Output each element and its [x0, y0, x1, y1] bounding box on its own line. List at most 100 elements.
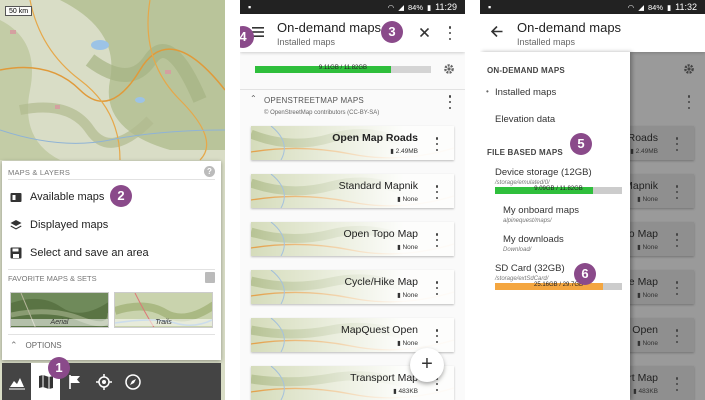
map-card[interactable]: Standard Mapnik ▮ None	[251, 174, 454, 208]
tracks-button[interactable]	[2, 363, 31, 400]
options-label: OPTIONS	[25, 341, 62, 350]
section-title: OPENSTREETMAP MAPS	[264, 96, 364, 105]
map-overflow-icon	[674, 233, 680, 247]
drawer-onboard-maps[interactable]: My onboard maps	[503, 205, 579, 216]
map-name: Standard Mapnik	[338, 180, 418, 192]
displayed-maps-item[interactable]: Displayed maps	[10, 215, 210, 235]
map-card[interactable]: Open Topo Map ▮ None	[251, 222, 454, 256]
page-title: On-demand maps	[517, 20, 622, 35]
map-overflow-icon[interactable]	[434, 281, 440, 295]
on-demand-maps-drawer-screen: ▪ ◠ ◢ 84% ▮ 11:32 On-demand maps Install…	[480, 0, 705, 400]
favorite-aerial-label: Aerial	[11, 319, 108, 326]
map-overflow-icon	[674, 329, 680, 343]
onboard-maps-path: alpinequest/maps/	[503, 218, 552, 224]
maps-layers-header: MAPS & LAYERS	[8, 168, 71, 177]
battery-icon: ▮	[667, 2, 672, 12]
map-name: Cycle/Hike Map	[344, 276, 418, 288]
storage-usage-bar: 9.11GB / 11.82GB	[255, 65, 431, 73]
favorite-trails[interactable]: Trails	[114, 292, 213, 328]
callout-badge-1: 1	[48, 357, 70, 379]
device-storage-bar: 9.09GB / 11.82GB	[495, 186, 622, 194]
callout-badge-2: 2	[110, 185, 132, 207]
status-time: 11:32	[675, 2, 697, 12]
map-size: ▮ None	[397, 196, 418, 203]
location-button[interactable]	[89, 363, 118, 400]
map-overflow-icon[interactable]	[434, 185, 440, 199]
map-scale: 50 km	[5, 6, 33, 16]
section-overflow-icon[interactable]	[447, 95, 453, 109]
map-layers-panel: 50 km MAPS & LAYERS ? Available maps Dis…	[0, 0, 225, 400]
on-demand-maps-screen: ▪ ◠ ◢ 84% ▮ 11:29 On-demand maps Install…	[240, 0, 465, 400]
compass-icon	[124, 373, 141, 390]
on-demand-header: ON-DEMAND MAPS	[487, 66, 565, 75]
wifi-icon: ◠	[387, 2, 395, 12]
map-name: Open Map Roads	[332, 132, 418, 144]
app-bar: On-demand maps Installed maps	[240, 14, 465, 52]
map-size: ▮ 2.49MB	[630, 148, 658, 155]
page-title: On-demand maps	[277, 20, 382, 35]
sd-card-text: 25.16GB / 29.7GB	[533, 282, 584, 288]
map-card[interactable]: MapQuest Open ▮ None	[251, 318, 454, 352]
attribution-text: © OpenStreetMap contributors (CC-BY-SA)	[264, 110, 380, 116]
map-overflow-icon[interactable]	[434, 137, 440, 151]
collapse-chevron-icon[interactable]: ⌃	[250, 94, 257, 103]
callout-badge-5: 5	[570, 133, 592, 155]
map-size: ▮ 2.49MB	[390, 148, 418, 155]
overflow-menu-icon[interactable]	[447, 26, 453, 40]
divider	[8, 269, 215, 270]
drawer-sd-card[interactable]: SD Card (32GB)	[495, 263, 565, 274]
selected-bullet-icon: •	[486, 87, 489, 96]
wifi-icon: ◠	[627, 2, 635, 12]
divider	[240, 89, 465, 90]
map-card[interactable]: Open Map Roads ▮ 2.49MB	[251, 126, 454, 160]
help-icon[interactable]: ?	[204, 166, 215, 177]
map-overflow-icon	[674, 185, 680, 199]
compass-button[interactable]	[118, 363, 147, 400]
divider	[8, 179, 215, 180]
status-bar: ▪ ◠ ◢ 84% ▮ 11:32	[480, 0, 705, 14]
sd-card-bar: 25.16GB / 29.7GB	[495, 282, 622, 290]
map-overflow-icon[interactable]	[434, 233, 440, 247]
app-bar: On-demand maps Installed maps	[480, 14, 705, 52]
battery-percent: 84%	[407, 2, 423, 12]
location-icon	[95, 373, 112, 390]
drawer-installed-maps[interactable]: Installed maps	[495, 87, 556, 98]
downloads-path: Download/	[503, 247, 532, 253]
map-overflow-icon	[674, 137, 680, 151]
bottom-toolbar	[2, 363, 221, 400]
map-size: ▮ None	[397, 340, 418, 347]
drawer-elevation-data[interactable]: Elevation data	[495, 114, 555, 125]
callout-badge-6: 6	[574, 263, 596, 285]
battery-icon: ▮	[427, 2, 432, 12]
bookmark-add-icon[interactable]	[205, 272, 215, 283]
options-toggle[interactable]: ⌃ OPTIONS	[10, 340, 62, 351]
save-area-icon	[10, 247, 22, 259]
map-name: Transport Map	[350, 372, 418, 384]
map-overflow-icon	[674, 377, 680, 391]
close-icon[interactable]	[420, 28, 429, 37]
drawer-device-storage[interactable]: Device storage (12GB)	[495, 167, 592, 178]
back-arrow-icon[interactable]	[491, 26, 503, 37]
map-name: Open Topo Map	[343, 228, 418, 240]
map-folder-icon	[10, 193, 22, 202]
map-size: ▮ 483KB	[393, 388, 418, 395]
available-maps-label: Available maps	[30, 191, 105, 203]
status-notification-icon: ▪	[248, 2, 252, 12]
page-subtitle: Installed maps	[517, 37, 576, 47]
favorite-aerial[interactable]: Aerial	[10, 292, 109, 328]
favorites-header: FAVORITE MAPS & SETS	[8, 274, 97, 283]
add-map-button[interactable]: +	[410, 348, 444, 382]
drawer-my-downloads[interactable]: My downloads	[503, 234, 564, 245]
status-bar: ▪ ◠ ◢ 84% ▮ 11:29	[240, 0, 465, 14]
select-save-area-item[interactable]: Select and save an area	[10, 243, 210, 263]
settings-gear-icon[interactable]	[443, 63, 455, 75]
map-card[interactable]: Cycle/Hike Map ▮ None	[251, 270, 454, 304]
map-overflow-icon	[674, 281, 680, 295]
displayed-maps-label: Displayed maps	[30, 219, 109, 231]
storage-usage-text: 9.11GB / 11.82GB	[318, 65, 368, 71]
expand-icon: ⌃	[10, 340, 18, 350]
signal-icon: ◢	[398, 2, 404, 12]
tracks-icon	[8, 377, 25, 389]
map-overflow-icon[interactable]	[434, 329, 440, 343]
map-size: ▮ None	[637, 340, 658, 347]
